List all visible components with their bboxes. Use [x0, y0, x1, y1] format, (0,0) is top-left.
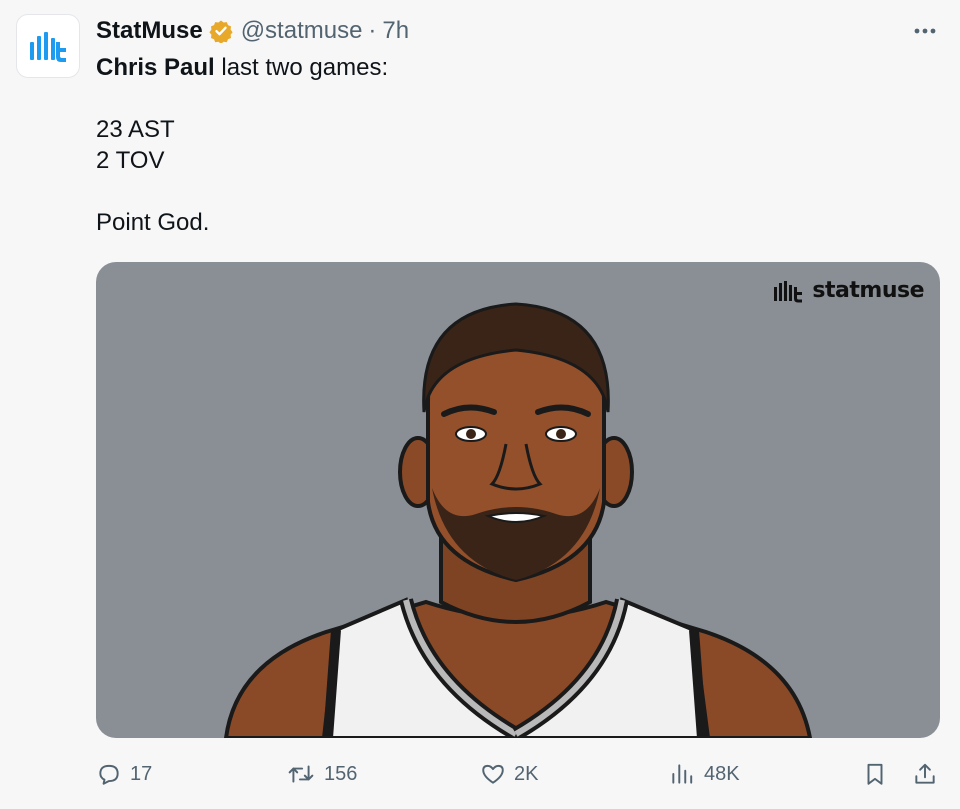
statmuse-watermark: statmuse: [772, 278, 924, 303]
bookmark-button[interactable]: [862, 756, 888, 792]
player-illustration: [223, 302, 813, 738]
tweet-line-1: Chris Paul last two games:: [96, 52, 388, 83]
handle[interactable]: @statmuse: [241, 17, 363, 45]
tweet-line-1-rest: last two games:: [214, 54, 389, 81]
heart-icon: [482, 764, 504, 784]
tweet-line-3: 2 TOV: [96, 147, 165, 174]
tweet-line-2: 23 AST: [96, 116, 175, 143]
retweet-icon: [288, 765, 314, 783]
more-icon: [914, 28, 936, 34]
retweet-count: 156: [324, 762, 358, 785]
statmuse-watermark-icon: [774, 280, 803, 302]
reply-count: 17: [130, 762, 153, 785]
tweet-line-4: Point God.: [96, 209, 210, 236]
views-button[interactable]: 48K: [668, 756, 740, 792]
statmuse-logo-icon: [30, 32, 66, 62]
share-button[interactable]: [912, 756, 938, 792]
player-name: Chris Paul: [96, 54, 215, 81]
tweet-header: StatMuse @statmuse · 7h: [96, 14, 409, 48]
display-name[interactable]: StatMuse: [96, 17, 203, 45]
verified-badge-icon: [209, 19, 233, 43]
separator-dot: ·: [368, 17, 377, 44]
reply-button[interactable]: 17: [96, 756, 152, 792]
like-button[interactable]: 2K: [480, 756, 538, 792]
reply-icon: [99, 764, 119, 785]
share-icon: [915, 763, 935, 784]
retweet-button[interactable]: 156: [286, 756, 357, 792]
more-options-button[interactable]: [912, 18, 938, 44]
bookmark-icon: [867, 763, 883, 785]
tweet-text: Chris Paul last two games: 23 AST 2 TOV …: [96, 52, 388, 238]
tweet-media-image[interactable]: statmuse: [96, 262, 940, 738]
timestamp[interactable]: 7h: [382, 17, 409, 45]
views-chart-icon: [672, 764, 693, 784]
avatar[interactable]: [16, 14, 80, 78]
action-bar: 17 156 2K 48K: [96, 756, 940, 792]
like-count: 2K: [514, 762, 539, 785]
watermark-text: statmuse: [812, 278, 924, 303]
views-count: 48K: [704, 762, 740, 785]
